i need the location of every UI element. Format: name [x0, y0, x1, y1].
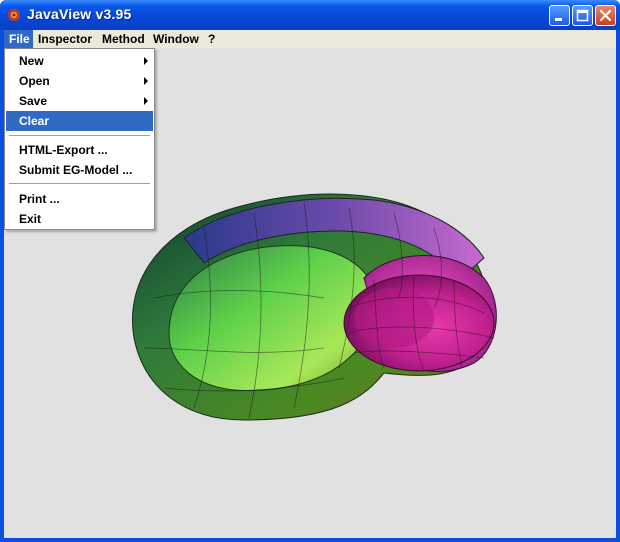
menu-inspector[interactable]: Inspector — [33, 30, 97, 48]
menu-item-exit[interactable]: Exit — [6, 209, 153, 229]
menu-item-label: HTML-Export ... — [19, 143, 108, 157]
menu-item-label: Exit — [19, 212, 42, 226]
menu-item-submit-eg-model[interactable]: Submit EG-Model ... — [6, 160, 153, 180]
maximize-icon — [576, 9, 589, 22]
menu-item-new[interactable]: New — [6, 51, 153, 71]
submenu-arrow-icon — [144, 97, 148, 105]
minimize-button[interactable] — [549, 5, 570, 26]
submenu-arrow-icon — [144, 57, 148, 65]
window-bottom-frame — [0, 538, 620, 542]
submenu-arrow-icon — [144, 77, 148, 85]
minimize-icon — [555, 18, 562, 21]
close-icon — [599, 9, 612, 22]
app-window: JavaView v3.95 File Inspector Method Win… — [0, 0, 620, 542]
menu-separator — [9, 183, 150, 184]
menu-item-label: Print ... — [19, 192, 60, 206]
menu-item-label: Submit EG-Model ... — [19, 163, 133, 177]
maximize-button[interactable] — [572, 5, 593, 26]
menu-item-open[interactable]: Open — [6, 71, 153, 91]
menu-item-label: New — [19, 54, 44, 68]
menu-separator — [9, 135, 150, 136]
menu-item-label: Save — [19, 94, 48, 108]
menu-item-label: Open — [19, 74, 50, 88]
menu-bar: File Inspector Method Window ? — [4, 30, 616, 49]
menu-item-save[interactable]: Save — [6, 91, 153, 111]
menu-help[interactable]: ? — [203, 30, 220, 48]
menu-item-clear[interactable]: Clear — [6, 111, 153, 131]
title-bar[interactable]: JavaView v3.95 — [0, 0, 620, 30]
file-menu-dropdown: New Open Save Clear HTML-Export ... Subm… — [4, 48, 155, 230]
menu-method[interactable]: Method — [97, 30, 150, 48]
menu-window[interactable]: Window — [148, 30, 204, 48]
menu-item-print[interactable]: Print ... — [6, 189, 153, 209]
window-title: JavaView v3.95 — [27, 6, 132, 22]
app-icon — [8, 9, 20, 21]
menu-item-html-export[interactable]: HTML-Export ... — [6, 140, 153, 160]
close-button[interactable] — [595, 5, 616, 26]
menu-item-label: Clear — [19, 114, 50, 128]
menu-file[interactable]: File — [4, 30, 33, 48]
